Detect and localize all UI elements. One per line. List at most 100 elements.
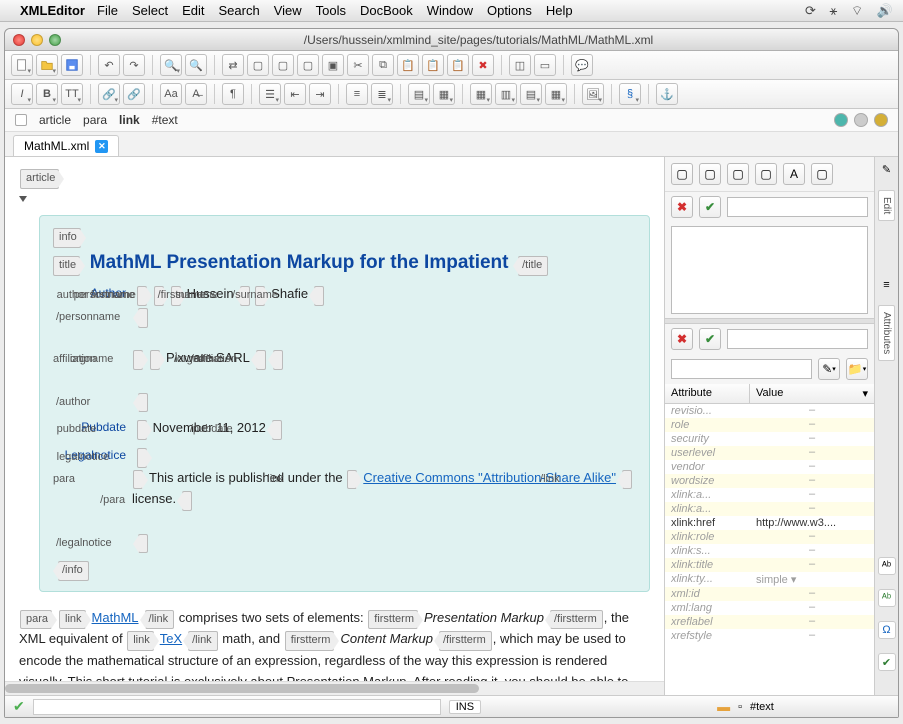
status-valid-icon[interactable]: ✔	[13, 698, 25, 715]
bluetooth-icon[interactable]: ⚹	[830, 3, 838, 18]
attr-row[interactable]: security–	[665, 432, 874, 446]
attr-row[interactable]: xml:id–	[665, 587, 874, 601]
vtab-edit-icon[interactable]: ✎	[882, 163, 891, 176]
vtool-spell-icon[interactable]: ᴬᵇ	[878, 557, 896, 575]
attr-row[interactable]: wordsize–	[665, 474, 874, 488]
image-button[interactable]: 🖼▾	[582, 83, 604, 105]
tex-link[interactable]: TeX	[160, 631, 182, 646]
tag-orgname-c[interactable]: /orgname	[256, 350, 266, 370]
vtab-attr-icon[interactable]: ≡	[883, 279, 889, 291]
doc-tab[interactable]: MathML.xml ✕	[13, 135, 119, 156]
tag-pubdate[interactable]: pubdate	[137, 420, 147, 440]
window-minimize-button[interactable]	[31, 34, 43, 46]
tag-affiliation-c[interactable]: /affiliation	[273, 350, 283, 370]
insert-after-button[interactable]: ▢	[297, 54, 319, 76]
tag-title-close[interactable]: /title	[518, 256, 548, 276]
attr-name-input[interactable]	[671, 359, 812, 379]
tag-firstterm2[interactable]: firstterm	[285, 631, 335, 651]
cut-button[interactable]: ✂	[347, 54, 369, 76]
attr-row[interactable]: xlink:a...–	[665, 502, 874, 516]
tag-article[interactable]: article	[20, 169, 59, 189]
tag-body-para[interactable]: para	[20, 610, 52, 630]
table-row-button[interactable]: ▤▾	[520, 83, 542, 105]
path-link[interactable]: link	[119, 113, 140, 127]
tag-author[interactable]: author	[137, 286, 147, 306]
section-button[interactable]: §▾	[619, 83, 641, 105]
open-folder-button[interactable]: ▾	[36, 54, 58, 76]
edit-tool-6[interactable]: ▢	[811, 163, 833, 185]
edit-tool-2[interactable]: ▢	[699, 163, 721, 185]
tag-link-c[interactable]: /link	[622, 470, 632, 490]
status-book-icon[interactable]: ▬	[717, 699, 730, 714]
menu-select[interactable]: Select	[132, 3, 168, 18]
wifi-icon[interactable]: ⌔	[851, 3, 863, 18]
align-left-button[interactable]: ▤▾	[408, 83, 430, 105]
search-button[interactable]: 🔍▾	[160, 54, 182, 76]
editor-pane[interactable]: article info title MathML Presentation M…	[5, 157, 664, 695]
vtab-attributes[interactable]: Attributes	[878, 305, 895, 361]
menu-help[interactable]: Help	[546, 3, 573, 18]
view-source-button[interactable]	[874, 113, 888, 127]
paste-button[interactable]: 📋	[397, 54, 419, 76]
insert-before-button[interactable]: ▢	[247, 54, 269, 76]
vtool-validate-icon[interactable]: ✔	[878, 653, 896, 671]
attr-value-input[interactable]	[727, 329, 868, 349]
tag-personname-c[interactable]: /personname	[138, 308, 148, 328]
attr-edit-button[interactable]: ✎▾	[818, 358, 840, 380]
menu-edit[interactable]: Edit	[182, 3, 204, 18]
tag-title-open[interactable]: title	[53, 256, 80, 276]
vtool-check-icon[interactable]: ᴬᵇ	[878, 589, 896, 607]
join-button[interactable]: ▭	[534, 54, 556, 76]
pilcrow-button[interactable]: ¶	[222, 83, 244, 105]
tag-legalnotice-c[interactable]: /legalnotice	[138, 534, 148, 554]
mathml-link[interactable]: MathML	[92, 610, 139, 625]
attr-row[interactable]: xlink:title–	[665, 558, 874, 572]
attr-head-name[interactable]: Attribute	[665, 384, 750, 403]
copy-button[interactable]: ⧉	[372, 54, 394, 76]
tag-body-link2-c[interactable]: /link	[188, 631, 218, 651]
menu-view[interactable]: View	[274, 3, 302, 18]
table-col-button[interactable]: ▥▾	[495, 83, 517, 105]
attr-row[interactable]: xlink:s...–	[665, 544, 874, 558]
vtool-omega-icon[interactable]: Ω	[878, 621, 896, 639]
tag-para[interactable]: para	[133, 470, 143, 490]
menu-options[interactable]: Options	[487, 3, 532, 18]
wrap-button[interactable]: ▣	[322, 54, 344, 76]
tag-info-c[interactable]: /info	[58, 561, 89, 581]
app-name[interactable]: XMLEditor	[20, 3, 85, 18]
tag-firstterm1[interactable]: firstterm	[368, 610, 418, 630]
split-button[interactable]: ◫	[509, 54, 531, 76]
attr-head-menu-icon[interactable]: ▾	[862, 387, 868, 400]
list-button[interactable]: ☰▾	[259, 83, 281, 105]
path-para[interactable]: para	[83, 113, 107, 127]
path-text[interactable]: #text	[152, 113, 178, 127]
italic-button[interactable]: I▾	[11, 83, 33, 105]
attr-row[interactable]: role–	[665, 418, 874, 432]
bullet-list-button[interactable]: ≣▾	[371, 83, 393, 105]
anchor-button[interactable]: ⚓	[656, 83, 678, 105]
insert-mode-indicator[interactable]: INS	[449, 700, 481, 714]
attr-row[interactable]: xlink:hrefhttp://www.w3....	[665, 516, 874, 530]
paste-after-button[interactable]: 📋	[447, 54, 469, 76]
menu-file[interactable]: File	[97, 3, 118, 18]
attr-row[interactable]: userlevel–	[665, 446, 874, 460]
attr-row[interactable]: vendor–	[665, 460, 874, 474]
highlight-button[interactable]: Aa	[160, 83, 182, 105]
paste-before-button[interactable]: 📋	[422, 54, 444, 76]
menu-window[interactable]: Window	[427, 3, 473, 18]
clear-format-button[interactable]: A̶	[185, 83, 207, 105]
numbered-list-button[interactable]: ≡	[346, 83, 368, 105]
tag-pubdate-c[interactable]: /pubdate	[272, 420, 282, 440]
vtab-edit[interactable]: Edit	[878, 190, 895, 221]
attr-row[interactable]: xreflabel–	[665, 615, 874, 629]
horizontal-scrollbar[interactable]	[5, 681, 664, 695]
tag-orgname[interactable]: orgname	[150, 350, 160, 370]
attr-browse-button[interactable]: 📁▾	[846, 358, 868, 380]
tag-surname-c[interactable]: /surname	[314, 286, 324, 306]
code-button[interactable]: TT▾	[61, 83, 83, 105]
tag-info[interactable]: info	[53, 228, 81, 248]
attr-row[interactable]: xml:lang–	[665, 601, 874, 615]
table-button[interactable]: ▦▾	[470, 83, 492, 105]
attr-table[interactable]: revisio...–role–security–userlevel–vendo…	[665, 404, 874, 695]
window-close-button[interactable]	[13, 34, 25, 46]
